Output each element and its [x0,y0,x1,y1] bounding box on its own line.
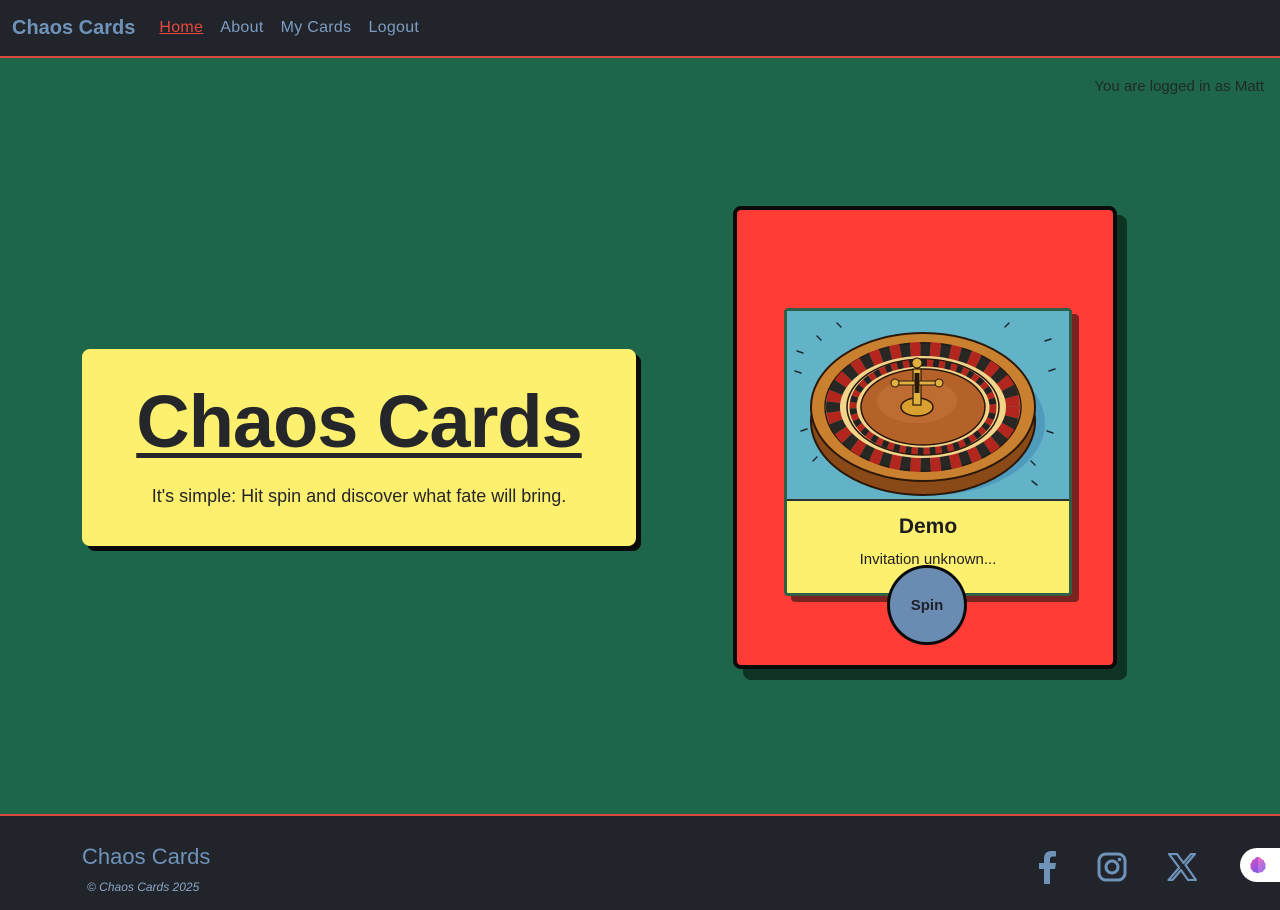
hero-title: Chaos Cards [136,380,582,463]
hero-subtitle: It's simple: Hit spin and discover what … [151,486,567,506]
hero-box: Chaos Cards It's simple: Hit spin and di… [82,349,636,546]
spin-button[interactable]: Spin [887,565,967,645]
card-panel: Demo Invitation unknown... Spin [733,206,1117,669]
footer-brand[interactable]: Chaos Cards [82,844,210,870]
footer-copyright: © Chaos Cards 2025 [87,880,200,894]
nav-link-home[interactable]: Home [159,19,203,37]
footer: Chaos Cards © Chaos Cards 2025 [0,814,1280,910]
nav-link-logout[interactable]: Logout [368,19,419,37]
fate-card[interactable]: Demo Invitation unknown... [784,308,1072,596]
facebook-icon[interactable] [1030,850,1064,884]
nav-link-about[interactable]: About [220,19,263,37]
instagram-icon[interactable] [1095,850,1129,884]
card-title: Demo [898,515,958,538]
x-icon[interactable] [1165,850,1199,884]
extension-button[interactable] [1240,848,1280,882]
navbar-brand[interactable]: Chaos Cards [12,17,135,40]
nav-link-my-cards[interactable]: My Cards [281,19,352,37]
logged-in-status: You are logged in as Matt [1094,78,1264,95]
main-content: You are logged in as Matt Chaos Cards It… [0,58,1280,814]
navbar: Chaos Cards Home About My Cards Logout [0,0,1280,58]
brain-icon [1250,857,1266,874]
roulette-wheel-icon [787,311,1069,501]
